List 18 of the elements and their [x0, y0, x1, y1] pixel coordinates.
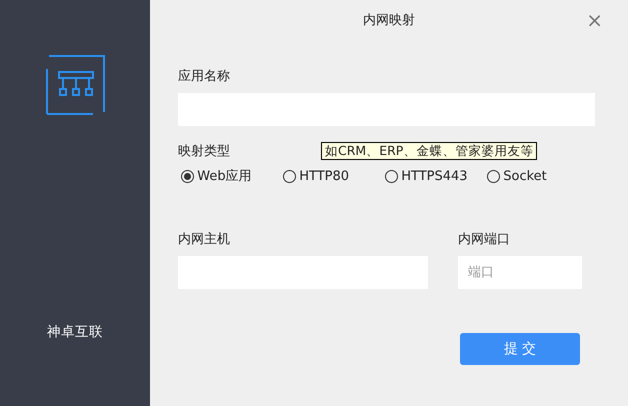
option-label[interactable]: Socket: [503, 167, 547, 186]
port-input[interactable]: 端口: [458, 256, 582, 289]
radio-button[interactable]: [283, 170, 296, 184]
field-label: 内网端口: [458, 230, 511, 248]
radio-button[interactable]: [487, 170, 500, 184]
field-label: 映射类型: [178, 142, 231, 160]
brand-name: 神卓互联: [47, 323, 103, 342]
dialog-title: 内网映射: [363, 12, 415, 30]
option-label[interactable]: Web应用: [197, 167, 252, 186]
close-button[interactable]: ×: [586, 10, 603, 30]
field-label: 内网主机: [178, 230, 231, 248]
tooltip: 如CRM、ERP、金蝶、管家婆用友等: [321, 142, 538, 160]
radio-button[interactable]: [181, 170, 194, 184]
network-mapping-icon: [45, 55, 105, 116]
field-label: 应用名称: [178, 68, 231, 86]
option-label[interactable]: HTTPS443: [401, 167, 468, 186]
option-label[interactable]: HTTP80: [299, 167, 350, 186]
radio-button[interactable]: [385, 170, 398, 184]
